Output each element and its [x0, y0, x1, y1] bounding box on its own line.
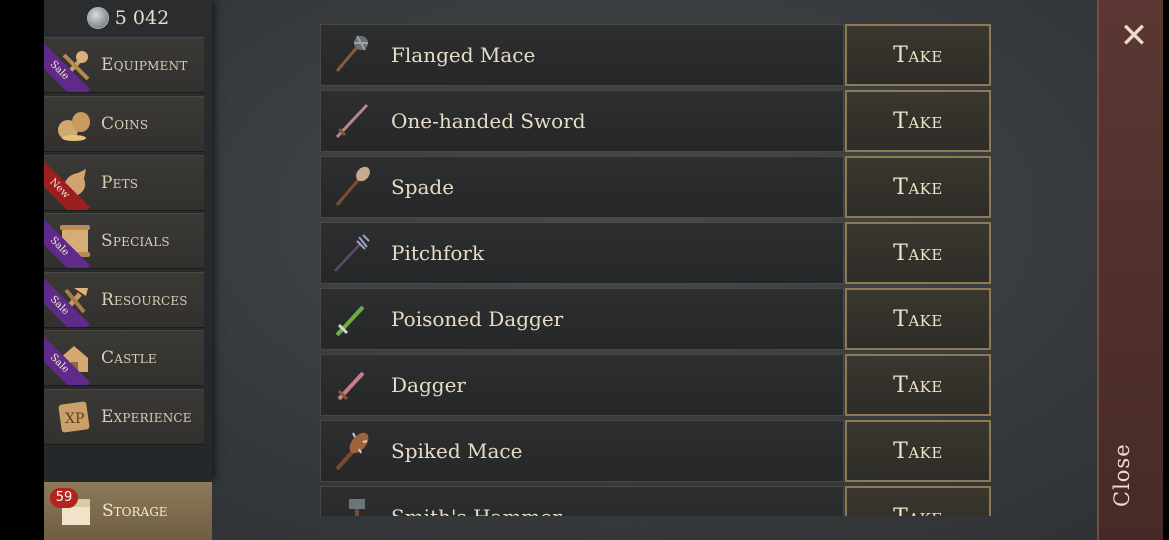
silver-coin-icon: [86, 7, 109, 29]
item-name: Flanged Mace: [391, 43, 536, 67]
dagger-icon: [325, 359, 377, 411]
take-button[interactable]: Take: [845, 486, 991, 516]
sidebar-item-label: Resources: [101, 290, 188, 310]
sidebar-item-label: Castle: [101, 348, 157, 368]
take-button[interactable]: Take: [845, 24, 991, 86]
list-item: Pitchfork Take: [320, 222, 992, 284]
coin-bags-icon: [50, 101, 98, 147]
sidebar-item-equipment[interactable]: Equipment Sale: [44, 37, 204, 93]
close-label[interactable]: Close: [1110, 430, 1156, 520]
hammer-icon: [325, 491, 377, 516]
item-name: Spiked Mace: [391, 439, 523, 463]
sidebar-item-label: Storage: [102, 501, 168, 521]
take-button[interactable]: Take: [845, 90, 991, 152]
take-button[interactable]: Take: [845, 288, 991, 350]
sidebar-item-label: Pets: [101, 173, 139, 193]
sidebar-item-coins[interactable]: Coins: [44, 96, 204, 152]
list-item: One-handed Sword Take: [320, 90, 992, 152]
sidebar-item-castle[interactable]: Castle Sale: [44, 330, 204, 386]
take-button[interactable]: Take: [845, 222, 991, 284]
sidebar-item-label: Equipment: [101, 55, 188, 75]
xp-book-icon: XP: [50, 394, 98, 440]
item-slot: Flanged Mace: [320, 24, 844, 86]
item-name: Poisoned Dagger: [391, 307, 564, 331]
storage-count-badge: 59: [50, 488, 78, 508]
close-icon[interactable]: ✕: [1112, 14, 1156, 58]
sidebar-item-storage[interactable]: Storage 59: [44, 482, 212, 540]
item-name: One-handed Sword: [391, 109, 586, 133]
sidebar-item-specials[interactable]: Specials Sale: [44, 213, 204, 269]
currency-amount: 5 042: [114, 7, 170, 29]
right-letterbox: [1163, 0, 1169, 540]
take-button[interactable]: Take: [845, 354, 991, 416]
item-slot: One-handed Sword: [320, 90, 844, 152]
item-slot: Poisoned Dagger: [320, 288, 844, 350]
item-slot: Dagger: [320, 354, 844, 416]
sidebar-item-pets[interactable]: Pets New: [44, 155, 204, 211]
item-slot: Pitchfork: [320, 222, 844, 284]
spade-icon: [325, 161, 377, 213]
item-slot: Spiked Mace: [320, 420, 844, 482]
item-name: Dagger: [391, 373, 466, 397]
sidebar-item-experience[interactable]: XP Experience: [44, 389, 204, 445]
flanged-mace-icon: [325, 29, 377, 81]
svg-text:XP: XP: [65, 411, 84, 427]
list-item: Spade Take: [320, 156, 992, 218]
sword-icon: [325, 95, 377, 147]
currency-display: 5 042: [44, 0, 212, 36]
sidebar-item-resources[interactable]: Resources Sale: [44, 272, 204, 328]
item-slot: Spade: [320, 156, 844, 218]
sidebar-item-label: Experience: [101, 407, 192, 427]
list-item: Spiked Mace Take: [320, 420, 992, 482]
pitchfork-icon: [325, 227, 377, 279]
take-button[interactable]: Take: [845, 420, 991, 482]
list-item: Smith's Hammer Take: [320, 486, 992, 516]
poisoned-dagger-icon: [325, 293, 377, 345]
list-item: Flanged Mace Take: [320, 24, 992, 86]
list-item: Dagger Take: [320, 354, 992, 416]
spiked-mace-icon: [325, 425, 377, 477]
item-slot: Smith's Hammer: [320, 486, 844, 516]
sidebar-item-label: Coins: [101, 114, 149, 134]
item-name: Spade: [391, 175, 455, 199]
list-item: Poisoned Dagger Take: [320, 288, 992, 350]
left-letterbox: [0, 0, 44, 540]
sidebar-item-label: Specials: [101, 231, 170, 251]
take-button[interactable]: Take: [845, 156, 991, 218]
item-name: Smith's Hammer: [391, 505, 562, 516]
storage-item-list[interactable]: Flanged Mace Take One-handed Sword Take …: [320, 24, 992, 516]
item-name: Pitchfork: [391, 241, 485, 265]
